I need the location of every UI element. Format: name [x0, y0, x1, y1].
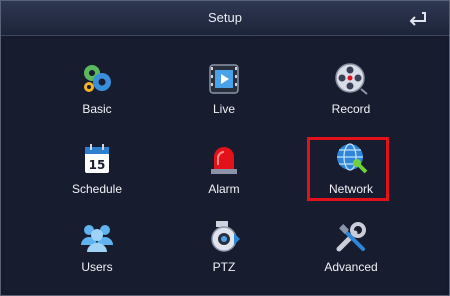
menu-item-live[interactable]: Live — [169, 61, 279, 131]
menu-item-label: Advanced — [324, 260, 378, 274]
menu-item-alarm[interactable]: Alarm — [169, 141, 279, 211]
film-play-icon — [209, 64, 239, 94]
menu-item-label: Users — [81, 260, 113, 274]
menu-item-label: Live — [212, 102, 235, 116]
menu-item-basic[interactable]: Basic — [42, 61, 152, 131]
wrench-screwdriver-icon — [336, 222, 366, 252]
film-reel-icon — [335, 63, 368, 95]
menu-item-label: PTZ — [212, 260, 236, 274]
menu-item-record[interactable]: Record — [296, 61, 406, 131]
menu-item-label: Schedule — [71, 182, 123, 196]
gears-icon — [84, 65, 111, 92]
return-arrow-icon[interactable] — [407, 10, 427, 26]
menu-item-ptz[interactable]: PTZ — [169, 219, 279, 289]
calendar-icon: 15 — [85, 144, 109, 173]
siren-icon — [211, 147, 237, 174]
menu-item-users[interactable]: Users — [42, 219, 152, 289]
ptz-camera-icon — [211, 221, 240, 252]
window-title: Setup — [208, 10, 242, 25]
menu-item-schedule[interactable]: 15 Schedule — [42, 141, 152, 211]
menu-item-label: Basic — [82, 102, 112, 116]
calendar-day-number: 15 — [89, 158, 106, 172]
menu-item-label: Record — [331, 102, 371, 116]
menu-item-label: Alarm — [208, 182, 240, 196]
menu-item-advanced[interactable]: Advanced — [296, 219, 406, 289]
setup-window: Setup Basic Live Record 15 Schedule Alar… — [0, 0, 450, 296]
network-highlight-box — [307, 137, 389, 201]
users-icon — [81, 225, 113, 252]
setup-menu-grid: Basic Live Record 15 Schedule Alarm Netw… — [5, 39, 445, 291]
title-bar: Setup — [1, 1, 449, 36]
